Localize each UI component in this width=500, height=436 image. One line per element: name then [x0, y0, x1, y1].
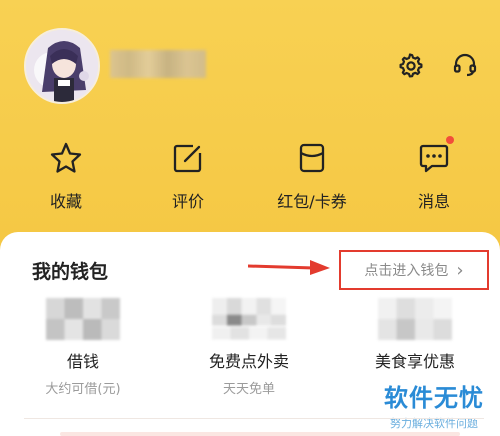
wallet-item-subtitle: 天天免单 — [222, 382, 275, 397]
wallet-item-subtitle: 大约可借(元) — [45, 382, 121, 397]
action-label: 评价 — [171, 192, 204, 211]
avatar[interactable] — [24, 28, 100, 104]
wallet-item-loan[interactable]: 借钱 大约可借(元) — [18, 298, 148, 397]
action-reviews[interactable]: 评价 — [138, 138, 238, 212]
unread-badge — [446, 136, 454, 144]
enter-wallet-label: 点击进入钱包 — [364, 263, 449, 279]
wallet-item-food-deals[interactable]: 美食享优惠 — [350, 298, 480, 372]
food-deals-blurred — [378, 298, 452, 340]
action-label: 消息 — [417, 192, 450, 211]
edit-icon — [168, 138, 208, 178]
gear-icon — [399, 53, 423, 78]
chevron-right-icon: › — [456, 259, 464, 281]
settings-button[interactable] — [395, 50, 425, 80]
next-section-peek — [60, 432, 460, 436]
star-icon — [46, 138, 86, 178]
watermark-logo: 软件无忧 努力解决软件问题 — [374, 378, 494, 431]
coupon-icon — [292, 138, 332, 178]
headset-icon — [453, 53, 477, 77]
watermark-title: 软件无忧 — [384, 384, 484, 412]
message-icon — [414, 136, 454, 178]
customer-service-button[interactable] — [450, 50, 480, 80]
action-label: 收藏 — [49, 192, 82, 211]
annotation-arrow — [248, 260, 330, 275]
wallet-item-name: 免费点外卖 — [208, 352, 289, 371]
enter-wallet-button[interactable]: 点击进入钱包 › — [339, 250, 489, 290]
action-label: 红包/卡券 — [277, 192, 347, 211]
wallet-item-name: 美食享优惠 — [374, 352, 455, 371]
action-favorites[interactable]: 收藏 — [16, 138, 116, 212]
wallet-item-name: 借钱 — [66, 352, 99, 371]
action-messages[interactable]: 消息 — [384, 136, 484, 212]
wallet-item-free-delivery[interactable]: 免费点外卖 天天免单 — [184, 298, 314, 397]
loan-amount-blurred — [46, 298, 120, 340]
action-coupons[interactable]: 红包/卡券 — [262, 138, 362, 212]
divider — [24, 418, 484, 419]
free-delivery-blurred — [212, 298, 286, 340]
username-blurred — [110, 50, 206, 78]
wallet-title: 我的钱包 — [32, 261, 109, 283]
